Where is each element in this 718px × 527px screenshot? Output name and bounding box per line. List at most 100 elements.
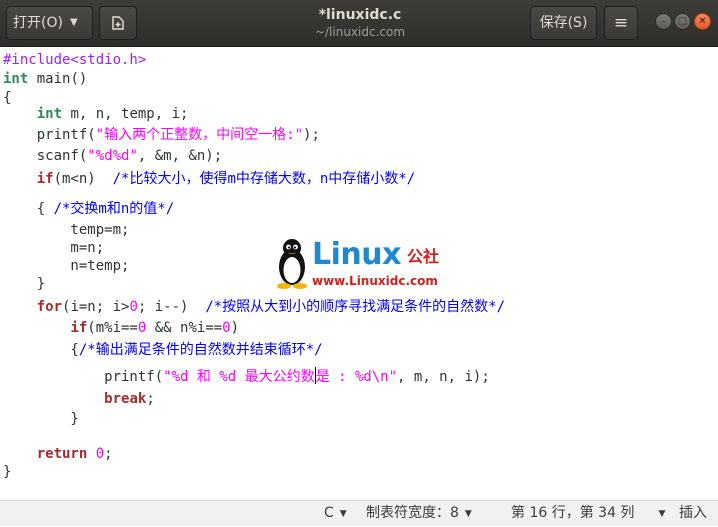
hamburger-menu-icon: ≡: [613, 13, 629, 33]
code-token: (i=n; i>: [62, 299, 130, 315]
code-token-pp: #include<stdio.h>: [3, 52, 147, 68]
code-token: ;: [146, 391, 155, 407]
code-token: m=n;: [3, 240, 105, 256]
code-token-kw: if: [70, 320, 88, 336]
window-title-area: *linuxidc.c ~/linuxidc.com: [240, 6, 480, 40]
language-selector[interactable]: C ▼: [324, 501, 347, 526]
code-token: ;: [104, 446, 113, 462]
minimize-icon[interactable]: –: [655, 13, 672, 30]
code-line: int main(): [3, 69, 87, 89]
code-line: #include<stdio.h>: [3, 50, 146, 70]
code-token: scanf(: [3, 148, 88, 164]
code-token-com: /*输出满足条件的自然数并结束循环*/: [78, 342, 323, 358]
code-token-kw: for: [36, 299, 63, 315]
code-token: }: [3, 411, 79, 427]
watermark-url: www.Linuxidc.com: [312, 274, 438, 288]
status-bar: C ▼ 制表符宽度：8 ▼ 第 16 行，第 34 列 ▼ 插入: [0, 500, 718, 526]
code-line: if(m%i==0 && n%i==0): [3, 318, 239, 338]
code-line: n=temp;: [3, 256, 129, 276]
new-document-icon: [112, 16, 124, 30]
code-line: }: [3, 409, 79, 429]
code-line: printf("输入两个正整数，中间空一格:");: [3, 125, 320, 145]
cursor-position-selector[interactable]: 第 16 行，第 34 列 ▼: [511, 501, 665, 526]
code-token: );: [303, 127, 320, 143]
code-token-type: int: [36, 106, 63, 122]
new-document-button[interactable]: [99, 6, 137, 40]
code-token: printf(: [3, 369, 164, 385]
code-token: && n%i==: [146, 320, 223, 336]
watermark-brand: Linux: [312, 237, 401, 272]
code-line: }: [3, 274, 45, 294]
code-token: temp=m;: [3, 222, 130, 238]
watermark-cn: 公社: [407, 247, 440, 266]
code-line: for(i=n; i>0; i--) /*按照从大到小的顺序寻找满足条件的自然数…: [3, 297, 505, 317]
code-token-kw: break: [104, 391, 147, 407]
code-line: printf("%d 和 %d 最大公约数是 : %d\n", m, n, i)…: [3, 367, 490, 387]
code-token-str: "%d%d": [87, 148, 138, 164]
code-token-num: 0: [95, 446, 105, 462]
code-token-str: "%d 和 %d 最大公约数: [163, 369, 315, 385]
language-label: C: [324, 505, 334, 521]
code-editor[interactable]: #include<stdio.h> int main(){ int m, n, t…: [0, 47, 718, 500]
tab-width-selector[interactable]: 制表符宽度：8 ▼: [366, 501, 472, 526]
tab-width-label: 制表符宽度：8: [366, 505, 459, 521]
save-button[interactable]: 保存(S): [530, 6, 597, 40]
code-token: ; i--): [137, 299, 206, 315]
chevron-down-icon: ▼: [339, 509, 347, 519]
code-token-kw: if: [36, 171, 54, 187]
code-token: }: [3, 276, 46, 292]
open-button-label: 打开(O): [13, 15, 63, 31]
code-line: {/*输出满足条件的自然数并结束循环*/: [3, 340, 323, 360]
code-token: n=temp;: [3, 258, 130, 274]
insert-mode-indicator[interactable]: 插入: [679, 501, 707, 526]
code-token: {: [3, 342, 79, 358]
header-bar: 打开(O) ▼ *linuxidc.c ~/linuxidc.com 保存(S)…: [0, 0, 718, 47]
code-token-com: /*交换m和n的值*/: [53, 201, 175, 217]
chevron-down-icon: ▼: [658, 509, 666, 519]
code-token-com: /*按照从大到小的顺序寻找满足条件的自然数*/: [205, 299, 506, 315]
maximize-icon[interactable]: □: [674, 13, 691, 30]
close-icon[interactable]: ✕: [694, 13, 711, 30]
code-token-str: 是 : %d\n": [315, 369, 398, 385]
code-line: }: [3, 462, 11, 482]
code-line: scanf("%d%d", &m, &n);: [3, 146, 222, 166]
code-token: , &m, &n);: [137, 148, 223, 164]
code-token: (m<n): [53, 171, 113, 187]
code-token: ): [230, 320, 240, 336]
chevron-down-icon: ▼: [69, 17, 78, 28]
code-token: m, n, temp, i;: [62, 106, 189, 122]
document-title: *linuxidc.c: [318, 7, 402, 23]
chevron-down-icon: ▼: [464, 509, 472, 519]
code-token-com: /*比较大小，使得m中存储大数，n中存储小数*/: [112, 171, 416, 187]
watermark-logo: Linux 公社 www.Linuxidc.com: [274, 237, 474, 299]
code-line: return 0;: [3, 444, 113, 464]
code-line: break;: [3, 389, 155, 409]
open-button[interactable]: 打开(O) ▼: [6, 6, 93, 40]
code-token-num: 0: [129, 299, 138, 315]
code-token: main(): [28, 71, 88, 87]
code-line: { /*交换m和n的值*/: [3, 199, 174, 219]
code-line: int m, n, temp, i;: [3, 104, 189, 124]
tux-penguin-icon: [277, 239, 307, 289]
code-token-kw: return: [36, 446, 88, 462]
code-token-str: "输入两个正整数，中间空一格:": [95, 127, 304, 143]
code-line: m=n;: [3, 238, 104, 258]
code-token-type: int: [3, 71, 29, 87]
code-token: {: [3, 201, 54, 217]
document-path: ~/linuxidc.com: [314, 25, 406, 39]
code-token: (m%i==: [87, 320, 138, 336]
code-token: , m, n, i);: [397, 369, 490, 385]
menu-button[interactable]: ≡: [604, 6, 638, 40]
code-token: printf(: [3, 127, 96, 143]
cursor-position-label: 第 16 行，第 34 列: [511, 505, 635, 521]
code-line: if(m<n) /*比较大小，使得m中存储大数，n中存储小数*/: [3, 169, 415, 189]
code-token-num: 0: [222, 320, 231, 336]
code-token: }: [3, 464, 12, 480]
